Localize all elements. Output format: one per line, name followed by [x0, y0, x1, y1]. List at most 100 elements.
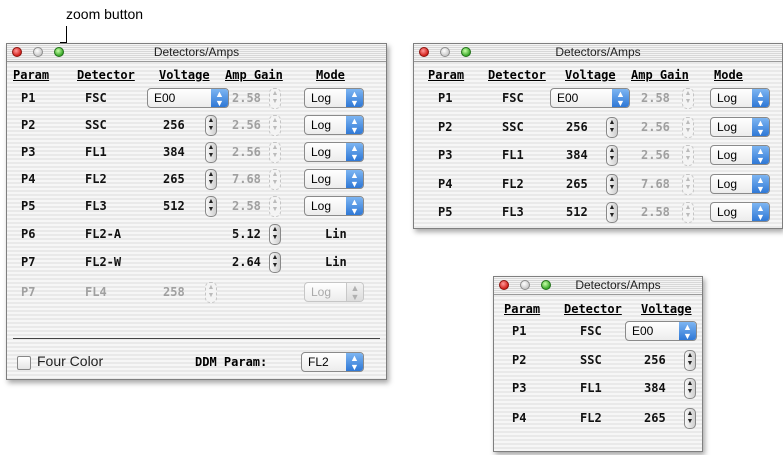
param-cell: P3 — [21, 145, 36, 159]
title-bar[interactable]: Detectors/Amps — [414, 44, 782, 62]
amp-gain-value: 7.68 — [641, 177, 670, 191]
mode-select[interactable]: Log ▲ ▼ — [304, 196, 364, 216]
param-cell: P1 — [512, 324, 527, 338]
window-title: Detectors/Amps — [575, 278, 661, 292]
voltage-stepper[interactable]: ▲ ▼ — [684, 350, 696, 371]
mode-header: Mode — [714, 68, 743, 82]
mode-select[interactable]: Log ▲ ▼ — [710, 174, 770, 194]
mode-select[interactable]: Log ▲ ▼ — [304, 115, 364, 135]
ddm-param-value: FL2 — [308, 355, 329, 369]
detector-cell: FL2-A — [85, 227, 122, 241]
voltage-stepper[interactable]: ▲ ▼ — [606, 174, 618, 195]
popup-arrows-icon: ▲ ▼ — [752, 146, 769, 165]
minimize-icon[interactable] — [33, 47, 43, 57]
mode-value: Log — [717, 91, 738, 105]
voltage-stepper[interactable]: ▲ ▼ — [205, 142, 217, 163]
zoom-icon[interactable] — [54, 47, 64, 57]
amp-gain-value[interactable]: 5.12 — [232, 227, 261, 241]
mode-select[interactable]: Log ▲ ▼ — [710, 202, 770, 222]
detector-header: Detector — [77, 68, 135, 82]
mode-header: Mode — [316, 68, 345, 82]
popup-arrows-icon: ▲ ▼ — [752, 89, 769, 108]
close-icon[interactable] — [419, 47, 429, 57]
param-cell: P4 — [512, 411, 527, 425]
detector-cell: FL3 — [85, 199, 107, 213]
amp-gain-stepper: ▲ ▼ — [682, 174, 694, 195]
voltage-header: Voltage — [159, 68, 210, 82]
voltage-value: 384 — [566, 148, 588, 162]
popup-arrows-icon: ▲ ▼ — [346, 353, 363, 372]
param-cell: P5 — [438, 205, 453, 219]
detectors-amps-window-medium: Detectors/Amps Param Detector Voltage Amp G… — [413, 43, 783, 229]
detectors-amps-window-small: Detectors/Amps Param Detector Voltage P1 FSC… — [493, 276, 703, 452]
voltage-stepper[interactable]: ▲ ▼ — [684, 408, 696, 429]
voltage-value: 512 — [163, 199, 185, 213]
popup-arrows-icon: ▲ ▼ — [752, 203, 769, 222]
voltage-stepper[interactable]: ▲ ▼ — [606, 202, 618, 223]
mode-select[interactable]: Log ▲ ▼ — [710, 145, 770, 165]
mode-value: Log — [717, 205, 738, 219]
title-bar[interactable]: Detectors/Amps — [494, 277, 702, 295]
param-cell: P2 — [512, 353, 527, 367]
detector-cell: FL2 — [85, 172, 107, 186]
detector-cell: FL3 — [502, 205, 524, 219]
voltage-value[interactable]: 258 — [163, 285, 185, 299]
close-icon[interactable] — [12, 47, 22, 57]
amp-gain-value: 2.58 — [232, 199, 261, 213]
voltage-stepper[interactable]: ▲ ▼ — [606, 117, 618, 138]
popup-arrows-icon: ▲ ▼ — [752, 118, 769, 137]
voltage-value: 265 — [644, 411, 666, 425]
close-icon[interactable] — [499, 280, 509, 290]
amp-gain-value: 2.58 — [232, 91, 261, 105]
popup-arrows-icon: ▲ ▼ — [679, 322, 696, 341]
voltage-stepper[interactable]: ▲ ▼ — [205, 115, 217, 136]
mode-select[interactable]: Log ▲ ▼ — [304, 169, 364, 189]
voltage-value: 256 — [644, 353, 666, 367]
detector-cell: SSC — [85, 118, 107, 132]
voltage-select[interactable]: E00 ▲ ▼ — [625, 321, 697, 341]
minimize-icon[interactable] — [440, 47, 450, 57]
param-header: Param — [13, 68, 50, 82]
title-bar[interactable]: Detectors/Amps — [7, 44, 386, 62]
mode-value: Lin — [325, 227, 347, 241]
voltage-value: 512 — [566, 205, 588, 219]
mode-select[interactable]: Log ▲ ▼ — [710, 117, 770, 137]
amp-gain-value: 2.56 — [641, 120, 670, 134]
voltage-stepper[interactable]: ▲ ▼ — [606, 145, 618, 166]
voltage-stepper[interactable]: ▲ ▼ — [205, 196, 217, 217]
amp-gain-stepper: ▲ ▼ — [269, 88, 281, 109]
mode-value: Log — [311, 91, 332, 105]
detector-cell: FSC — [502, 91, 524, 105]
voltage-value: E00 — [557, 91, 579, 105]
voltage-value: 256 — [163, 118, 185, 132]
popup-arrows-icon: ▲ ▼ — [346, 170, 363, 189]
ddm-param-select[interactable]: FL2 ▲ ▼ — [301, 352, 364, 372]
detector-cell: FL1 — [502, 148, 524, 162]
four-color-label: Four Color — [37, 353, 104, 369]
popup-arrows-icon: ▲ ▼ — [612, 89, 629, 108]
four-color-checkbox[interactable] — [17, 356, 31, 370]
detector-cell: FSC — [85, 91, 107, 105]
zoom-icon[interactable] — [461, 47, 471, 57]
amp-gain-value[interactable]: 2.64 — [232, 255, 261, 269]
mode-value: Lin — [325, 255, 347, 269]
amp-gain-value: 2.56 — [641, 148, 670, 162]
param-header: Param — [504, 302, 541, 316]
amp-gain-stepper[interactable]: ▲ ▼ — [269, 252, 281, 273]
mode-select[interactable]: Log ▲ ▼ — [304, 88, 364, 108]
zoom-icon[interactable] — [541, 280, 551, 290]
voltage-stepper[interactable]: ▲ ▼ — [684, 378, 696, 399]
mode-select[interactable]: Log ▲ ▼ — [304, 142, 364, 162]
amp-gain-value: 2.58 — [641, 91, 670, 105]
voltage-stepper[interactable]: ▲ ▼ — [205, 169, 217, 190]
mode-select[interactable]: Log ▲ ▼ — [710, 88, 770, 108]
voltage-select[interactable]: E00 ▲ ▼ — [550, 88, 630, 108]
popup-arrows-icon: ▲ ▼ — [211, 89, 228, 108]
popup-arrows-icon: ▲ ▼ — [346, 283, 363, 302]
minimize-icon[interactable] — [520, 280, 530, 290]
amp-gain-stepper[interactable]: ▲ ▼ — [269, 224, 281, 245]
voltage-select[interactable]: E00 ▲ ▼ — [147, 88, 229, 108]
detector-header: Detector — [488, 68, 546, 82]
amp-gain-header: Amp Gain — [631, 68, 689, 82]
param-cell: P1 — [21, 91, 36, 105]
